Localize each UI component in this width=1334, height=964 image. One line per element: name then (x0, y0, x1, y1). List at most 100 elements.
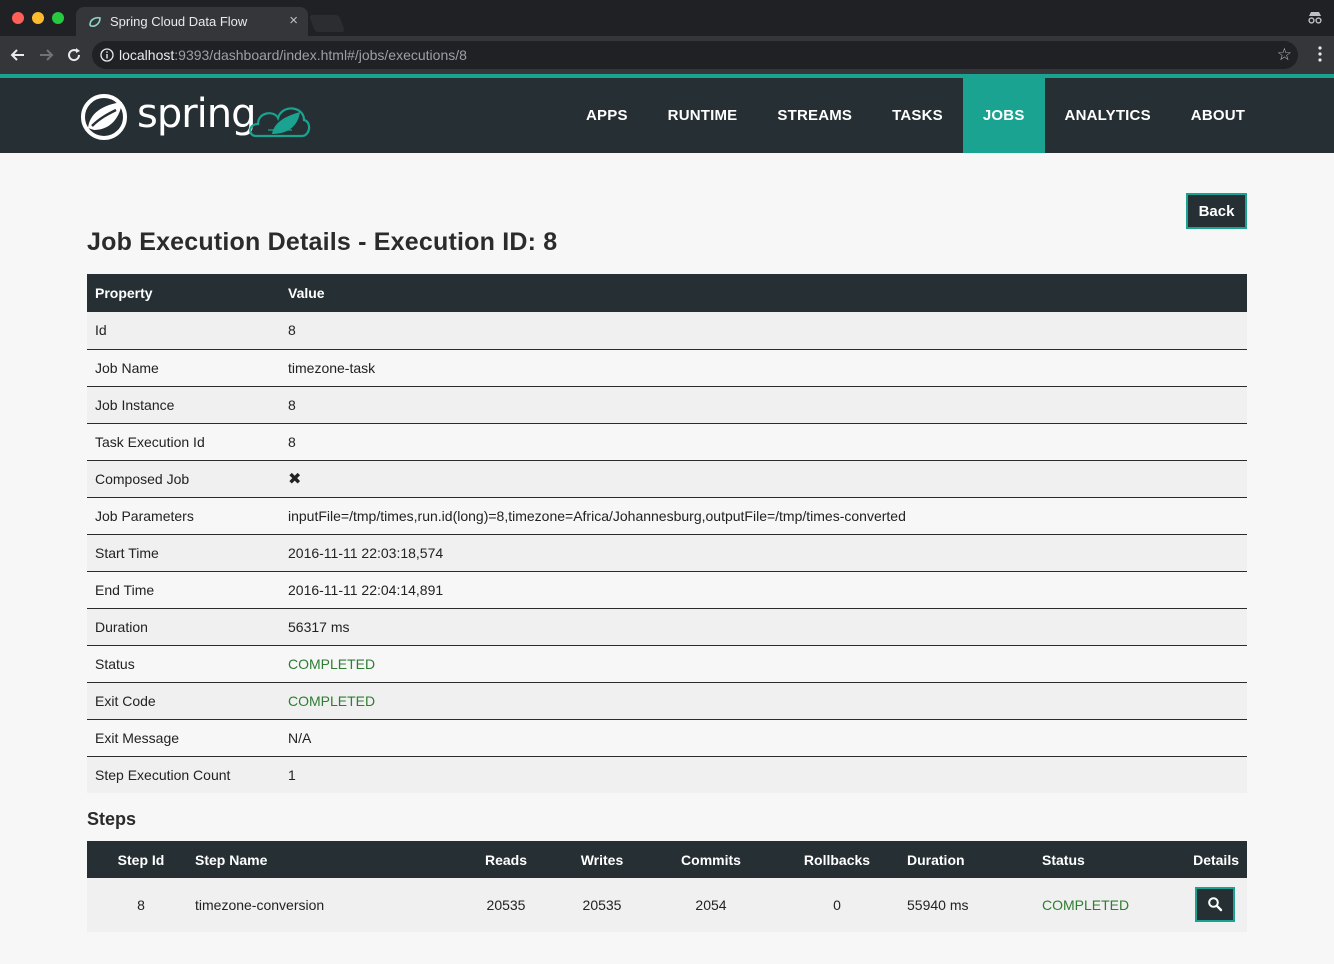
table-row: Status COMPLETED (87, 645, 1247, 683)
table-row: Exit Message N/A (87, 719, 1247, 757)
back-arrow-icon[interactable] (9, 46, 27, 64)
cloud-leaf-icon (249, 107, 311, 138)
table-row: Duration 56317 ms (87, 608, 1247, 646)
property-value: 56317 ms (280, 608, 1247, 646)
page-title: Job Execution Details - Execution ID: 8 (87, 228, 558, 256)
property-value: 8 (280, 386, 1247, 424)
spring-leaf-icon (81, 94, 127, 140)
close-window-button[interactable] (12, 12, 24, 24)
property-name: Job Name (87, 349, 280, 387)
property-value: N/A (280, 719, 1247, 757)
nav-runtime[interactable]: RUNTIME (648, 78, 758, 153)
property-name: Job Instance (87, 386, 280, 424)
step-details-cell (1190, 878, 1247, 932)
step-writes: 20535 (549, 878, 655, 932)
job-execution-properties-table: Property Value Id 8 Job Name timezone-task… (87, 274, 1247, 793)
property-name: Step Execution Count (87, 756, 280, 793)
step-name: timezone-conversion (195, 878, 463, 932)
bookmark-star-icon[interactable]: ☆ (1277, 45, 1292, 65)
table-row: Task Execution Id 8 (87, 423, 1247, 461)
spring-logo[interactable]: spring (80, 88, 320, 144)
browser-tab[interactable]: Spring Cloud Data Flow × (76, 7, 308, 36)
property-value: 1 (280, 756, 1247, 793)
column-header-duration: Duration (907, 841, 1042, 878)
property-value: 2016-11-11 22:03:18,574 (280, 534, 1247, 572)
back-button[interactable]: Back (1186, 193, 1247, 229)
reload-icon[interactable] (65, 46, 83, 64)
column-header-step-id: Step Id (87, 841, 195, 878)
property-name: Status (87, 645, 280, 683)
property-name: Task Execution Id (87, 423, 280, 461)
table-row: Job Instance 8 (87, 386, 1247, 424)
column-header-step-name: Step Name (195, 841, 463, 878)
property-value: 8 (280, 312, 1247, 350)
steps-heading: Steps (87, 809, 137, 829)
column-header-property: Property (87, 274, 280, 312)
table-row: Exit Code COMPLETED (87, 682, 1247, 720)
property-name: Start Time (87, 534, 280, 572)
property-name: Id (87, 312, 280, 350)
browser-menu-icon[interactable] (1318, 45, 1322, 63)
x-mark-icon: ✖ (288, 470, 302, 488)
nav-analytics[interactable]: ANALYTICS (1045, 78, 1171, 153)
step-commits: 2054 (655, 878, 767, 932)
incognito-icon (1308, 12, 1322, 24)
property-value: inputFile=/tmp/times,run.id(long)=8,time… (280, 497, 1247, 535)
main-nav: APPS RUNTIME STREAMS TASKS JOBS ANALYTIC… (566, 78, 1265, 153)
step-rollbacks: 0 (767, 878, 907, 932)
table-row: End Time 2016-11-11 22:04:14,891 (87, 571, 1247, 609)
column-header-status: Status (1042, 841, 1190, 878)
url-path: :9393/dashboard/index.html#/jobs/executi… (174, 47, 467, 63)
address-bar[interactable]: localhost:9393/dashboard/index.html#/job… (92, 41, 1298, 69)
search-icon (1208, 897, 1223, 912)
column-header-value: Value (280, 274, 1247, 312)
tab-title: Spring Cloud Data Flow (110, 14, 248, 29)
table-row: Composed Job ✖ (87, 460, 1247, 498)
property-name: Composed Job (87, 460, 280, 498)
steps-table: Step Id Step Name Reads Writes Commits R… (87, 841, 1247, 932)
property-value: ✖ (280, 460, 1247, 498)
maximize-window-button[interactable] (52, 12, 64, 24)
property-name: Exit Message (87, 719, 280, 757)
table-row: Job Parameters inputFile=/tmp/times,run.i… (87, 497, 1247, 535)
property-name: Duration (87, 608, 280, 646)
browser-tab-bar: Spring Cloud Data Flow × (0, 0, 1334, 36)
nav-about[interactable]: ABOUT (1171, 78, 1265, 153)
url-text: localhost:9393/dashboard/index.html#/job… (119, 47, 467, 63)
app-navbar: spring APPS RUNTIME STREAMS TASKS JOBS A… (0, 74, 1334, 153)
minimize-window-button[interactable] (32, 12, 44, 24)
nav-streams[interactable]: STREAMS (757, 78, 872, 153)
column-header-writes: Writes (549, 841, 655, 878)
nav-apps[interactable]: APPS (566, 78, 648, 153)
status-value: COMPLETED (280, 645, 1247, 683)
table-row: Step Execution Count 1 (87, 756, 1247, 793)
table-row: Job Name timezone-task (87, 349, 1247, 387)
table-header-row: Step Id Step Name Reads Writes Commits R… (87, 841, 1247, 878)
info-icon[interactable] (100, 48, 114, 62)
forward-arrow-icon[interactable] (37, 46, 55, 64)
column-header-details: Details (1190, 841, 1247, 878)
property-name: End Time (87, 571, 280, 609)
nav-jobs[interactable]: JOBS (962, 78, 1045, 153)
tab-close-icon[interactable]: × (289, 12, 298, 29)
property-value: 2016-11-11 22:04:14,891 (280, 571, 1247, 609)
property-name: Exit Code (87, 682, 280, 720)
logo-text: spring (137, 91, 257, 137)
step-details-button[interactable] (1195, 886, 1235, 922)
column-header-commits: Commits (655, 841, 767, 878)
step-reads: 20535 (463, 878, 549, 932)
new-tab-button[interactable] (308, 15, 346, 32)
column-header-rollbacks: Rollbacks (767, 841, 907, 878)
browser-toolbar: localhost:9393/dashboard/index.html#/job… (0, 36, 1334, 74)
column-header-reads: Reads (463, 841, 549, 878)
property-value: 8 (280, 423, 1247, 461)
exit-code-value: COMPLETED (280, 682, 1247, 720)
spring-favicon-icon (89, 16, 101, 27)
table-row: Start Time 2016-11-11 22:03:18,574 (87, 534, 1247, 572)
property-value: timezone-task (280, 349, 1247, 387)
step-id: 8 (87, 878, 195, 932)
property-name: Job Parameters (87, 497, 280, 535)
step-status: COMPLETED (1042, 878, 1190, 932)
nav-tasks[interactable]: TASKS (872, 78, 963, 153)
url-host: localhost (119, 47, 175, 63)
